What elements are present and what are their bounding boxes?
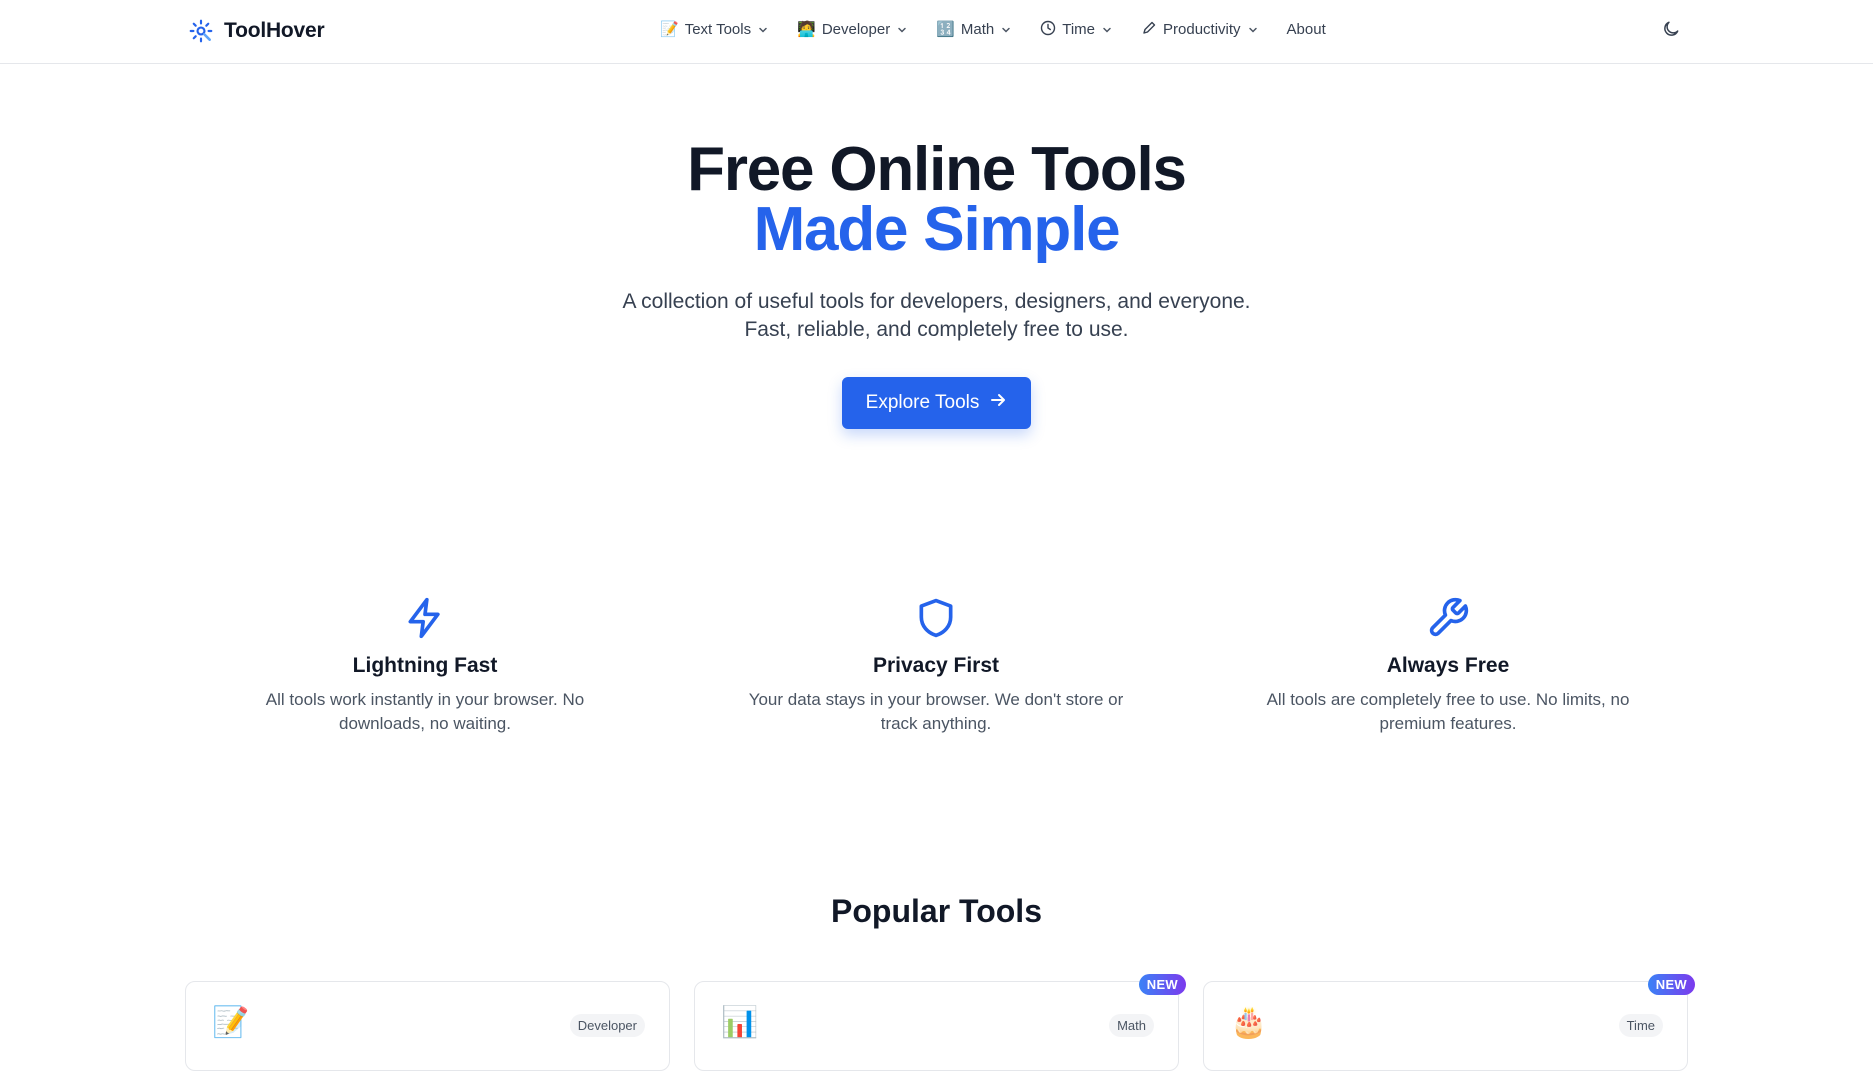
- category-badge: Developer: [569, 1014, 645, 1037]
- nav-label: Productivity: [1163, 21, 1241, 38]
- feature-title: Privacy First: [872, 654, 1000, 677]
- feature-description: All tools work instantly in your browser…: [265, 690, 585, 733]
- popular-tools-heading: Popular Tools: [831, 893, 1042, 929]
- bar-chart-icon: 📊: [721, 1005, 759, 1040]
- cake-icon: 🎂: [1230, 1005, 1268, 1040]
- new-badge: NEW: [1138, 974, 1186, 995]
- hero-title-line1: Free Online Tools: [687, 135, 1187, 204]
- hero-subtitle-line2: Fast, reliable, and completely free to u…: [744, 318, 1129, 341]
- nav-text-tools[interactable]: 📝 Text Tools: [660, 21, 769, 38]
- hero-subtitle-line1: A collection of useful tools for develop…: [622, 290, 1251, 313]
- nav-math[interactable]: 🔢 Math: [936, 21, 1012, 38]
- lightning-icon: [403, 596, 447, 640]
- hero-title: Free Online Tools Made Simple: [0, 135, 1873, 264]
- nav-label: Text Tools: [684, 21, 752, 38]
- brand-logo-link[interactable]: ToolHover: [188, 18, 325, 44]
- tool-card[interactable]: NEW 🎂 Time: [1203, 974, 1695, 1071]
- cta-label: Explore Tools: [865, 392, 980, 413]
- chevron-down-icon: [896, 24, 908, 36]
- feature-always-free: Always Free All tools are completely fre…: [1228, 596, 1668, 736]
- hero-subtitle: A collection of useful tools for develop…: [0, 288, 1873, 344]
- feature-title: Always Free: [1386, 654, 1510, 677]
- brand-name: ToolHover: [224, 19, 325, 42]
- hero-title-line2: Made Simple: [753, 195, 1121, 264]
- wrench-icon: [1426, 596, 1470, 640]
- chevron-down-icon: [1247, 24, 1259, 36]
- new-badge: NEW: [1647, 974, 1695, 995]
- feature-title: Lightning Fast: [352, 654, 498, 677]
- feature-lightning-fast: Lightning Fast All tools work instantly …: [205, 596, 645, 736]
- chevron-down-icon: [1101, 24, 1113, 36]
- tool-card[interactable]: NEW 📊 Math: [694, 974, 1186, 1071]
- feature-description: All tools are completely free to use. No…: [1266, 690, 1630, 733]
- memo-icon: 📝: [660, 20, 679, 38]
- nav-about[interactable]: About: [1287, 21, 1326, 38]
- chevron-down-icon: [757, 24, 769, 36]
- clock-icon: [1040, 20, 1056, 39]
- arrow-right-icon: [989, 391, 1007, 415]
- feature-description: Your data stays in your browser. We don'…: [748, 690, 1124, 733]
- nav-productivity[interactable]: Productivity: [1141, 20, 1259, 39]
- memo-icon: 📝: [212, 1005, 250, 1040]
- tool-card[interactable]: 📝 Developer: [185, 981, 670, 1071]
- explore-tools-button[interactable]: Explore Tools: [842, 377, 1031, 429]
- developer-icon: 🧑‍💻: [797, 20, 816, 38]
- theme-toggle-button[interactable]: [1658, 18, 1684, 44]
- nav-time[interactable]: Time: [1040, 20, 1113, 39]
- shield-icon: [914, 596, 958, 640]
- nav-label: Time: [1062, 21, 1096, 38]
- main-nav: 📝 Text Tools 🧑‍💻 Developer 🔢 Math Time P: [660, 20, 1326, 39]
- category-badge: Time: [1618, 1014, 1663, 1037]
- pencil-icon: [1141, 20, 1157, 39]
- category-badge: Math: [1109, 1014, 1154, 1037]
- moon-icon: [1661, 19, 1681, 44]
- site-header: ToolHover 📝 Text Tools 🧑‍💻 Developer 🔢 M…: [0, 0, 1873, 64]
- nav-developer[interactable]: 🧑‍💻 Developer: [797, 21, 908, 38]
- nav-label: Developer: [821, 21, 891, 38]
- nav-label: About: [1286, 21, 1326, 38]
- nav-label: Math: [960, 21, 995, 38]
- numbers-icon: 🔢: [936, 20, 955, 38]
- feature-privacy-first: Privacy First Your data stays in your br…: [716, 596, 1156, 736]
- chevron-down-icon: [1000, 24, 1012, 36]
- gear-wrench-icon: [188, 18, 214, 44]
